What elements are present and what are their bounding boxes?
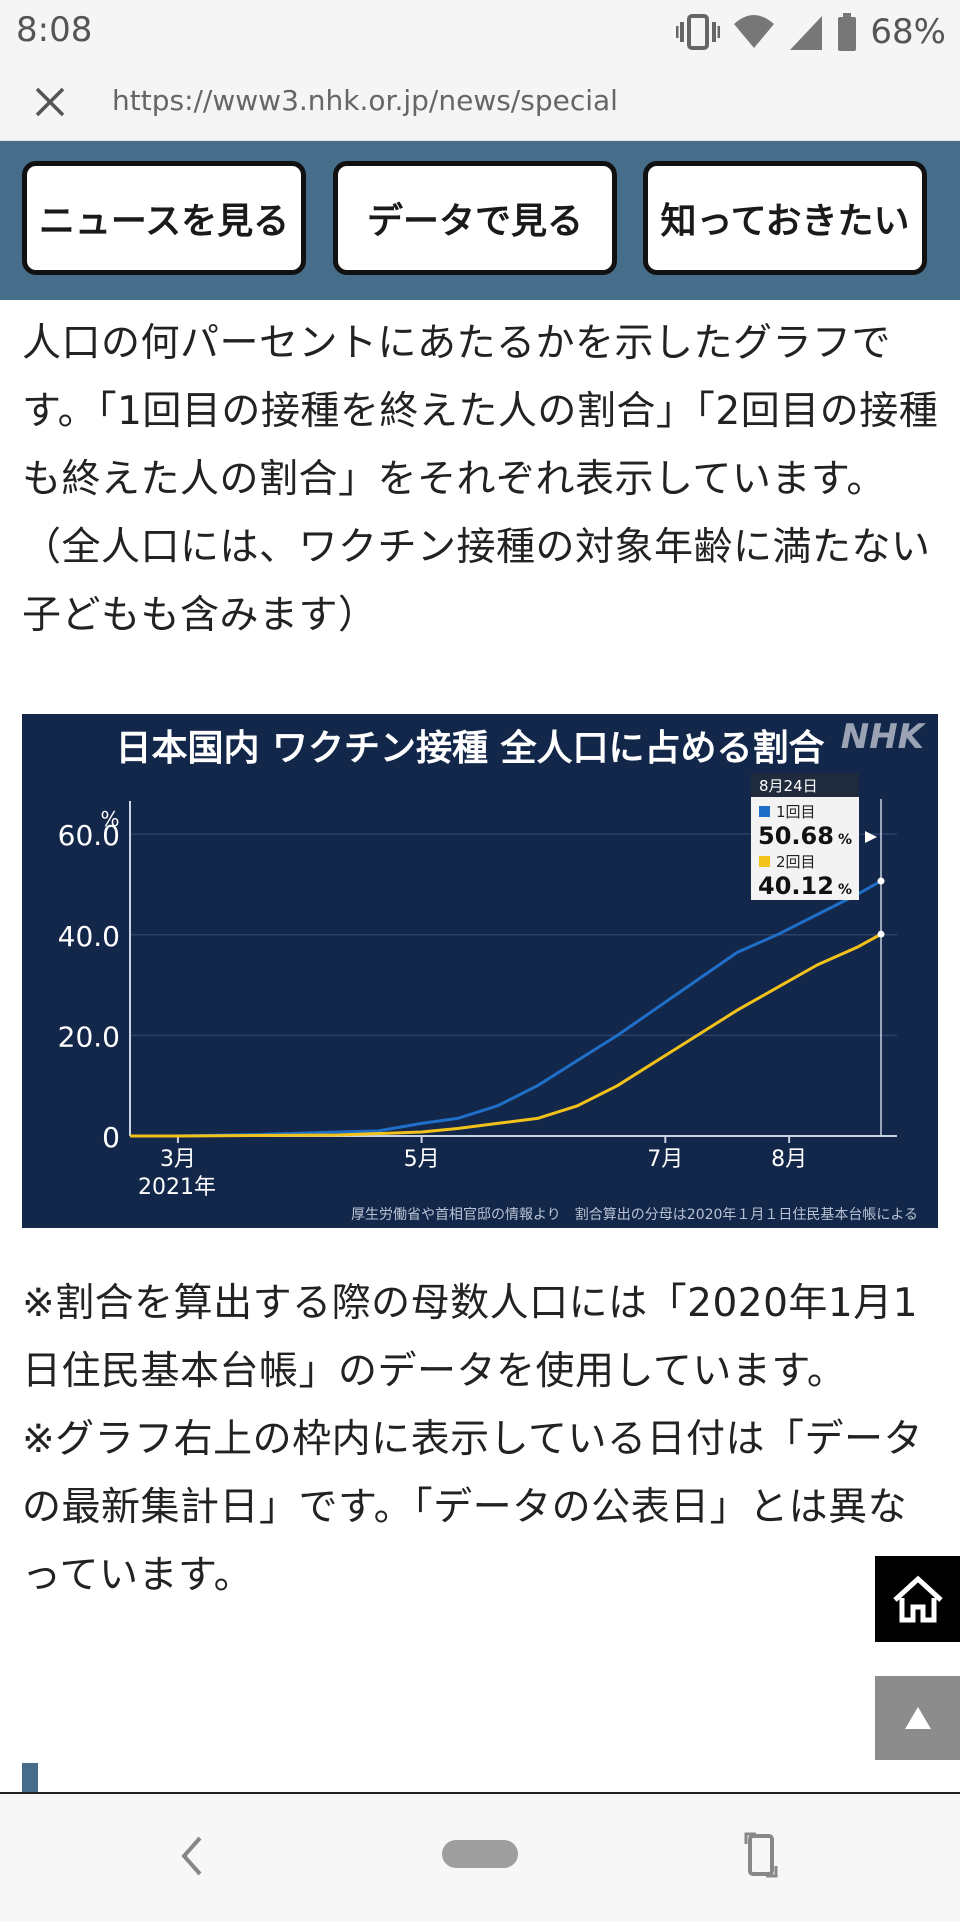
x-tick-label: 8月: [771, 1147, 807, 1172]
knowledge-button[interactable]: 知っておきたい: [643, 161, 927, 275]
y-tick-label: 60.0: [58, 819, 120, 852]
chart-title: 日本国内 ワクチン接種 全人口に占める割合: [115, 727, 824, 769]
callout-date: 8月24日: [759, 777, 818, 795]
status-icons: 68%: [676, 10, 946, 54]
series-end-point-1: [877, 877, 885, 885]
news-button[interactable]: ニュースを見る: [22, 161, 306, 275]
system-nav-bar: [0, 1792, 960, 1922]
callout-second-unit: %: [838, 882, 852, 898]
x-tick-label: 5月: [404, 1147, 440, 1172]
url-text[interactable]: https://www3.nhk.or.jp/news/special: [112, 84, 618, 117]
chart-source: 厚生労働省や首相官邸の情報より 割合算出の分母は2020年１月１日住民基本台帳に…: [351, 1206, 918, 1223]
signal-icon: [788, 12, 824, 52]
callout-first-swatch: [759, 806, 770, 817]
status-time: 8:08: [16, 10, 93, 50]
back-icon[interactable]: [178, 1834, 206, 1878]
callout-second-swatch: [759, 856, 770, 867]
notes-block: ※割合を算出する際の母数人口には「2020年1月1日住民基本台帳」のデータを使用…: [22, 1270, 942, 1610]
nhk-logo: NHK: [841, 717, 927, 757]
battery-icon: [836, 12, 858, 52]
rotate-icon[interactable]: [744, 1830, 778, 1880]
y-tick-label: 20.0: [58, 1020, 120, 1053]
callout-second-value: 40.12: [758, 872, 834, 900]
chart-callout: 8月24日 1回目 50.68 % 2回目 40.12 %: [751, 773, 877, 900]
triangle-up-icon: [904, 1707, 931, 1729]
callout-first-label: 1回目: [776, 803, 816, 821]
series-layer: [130, 877, 885, 1138]
x-axis-year: 2021年: [138, 1175, 216, 1200]
section-nav: ニュースを見る データで見る 知っておきたい: [0, 141, 960, 300]
callout-first-value: 50.68: [758, 822, 834, 850]
callout-first-unit: %: [838, 832, 852, 848]
note-date: ※グラフ右上の枠内に表示している日付は「データの最新集計日」です。「データの公表…: [22, 1417, 924, 1598]
series-end-point-2: [877, 930, 885, 938]
battery-percentage: 68%: [870, 12, 946, 52]
vaccination-chart: 日本国内 ワクチン接種 全人口に占める割合 NHK % 0 20.0 40.0 60.…: [22, 714, 938, 1228]
series-line-1: [130, 879, 882, 1138]
close-button[interactable]: [28, 80, 72, 124]
close-icon: [35, 87, 65, 117]
home-button[interactable]: [875, 1556, 960, 1642]
browser-url-bar: https://www3.nhk.or.jp/news/special: [0, 64, 960, 141]
chart-svg: 日本国内 ワクチン接種 全人口に占める割合 NHK % 0 20.0 40.0 60.…: [58, 717, 927, 1223]
wifi-icon: [732, 12, 776, 52]
section-marker: [22, 1763, 38, 1793]
home-icon: [892, 1575, 943, 1623]
note-denominator: ※割合を算出する際の母数人口には「2020年1月1日住民基本台帳」のデータを使用…: [22, 1281, 919, 1394]
home-pill-button[interactable]: [442, 1840, 518, 1868]
callout-second-label: 2回目: [776, 853, 816, 871]
y-tick-label: 40.0: [58, 920, 120, 953]
vibrate-icon: [676, 12, 721, 52]
data-button[interactable]: データで見る: [333, 161, 617, 275]
y-tick-label: 0: [102, 1121, 120, 1154]
callout-pointer: [865, 831, 877, 843]
x-tick-label: 3月: [160, 1147, 196, 1172]
scroll-top-button[interactable]: [875, 1676, 960, 1760]
x-tick-label: 7月: [647, 1147, 683, 1172]
article-paragraph: 人口の何パーセントにあたるかを示したグラフです。「1回目の接種を終えた人の割合」…: [22, 321, 939, 638]
status-bar: 8:08 68%: [0, 0, 960, 64]
